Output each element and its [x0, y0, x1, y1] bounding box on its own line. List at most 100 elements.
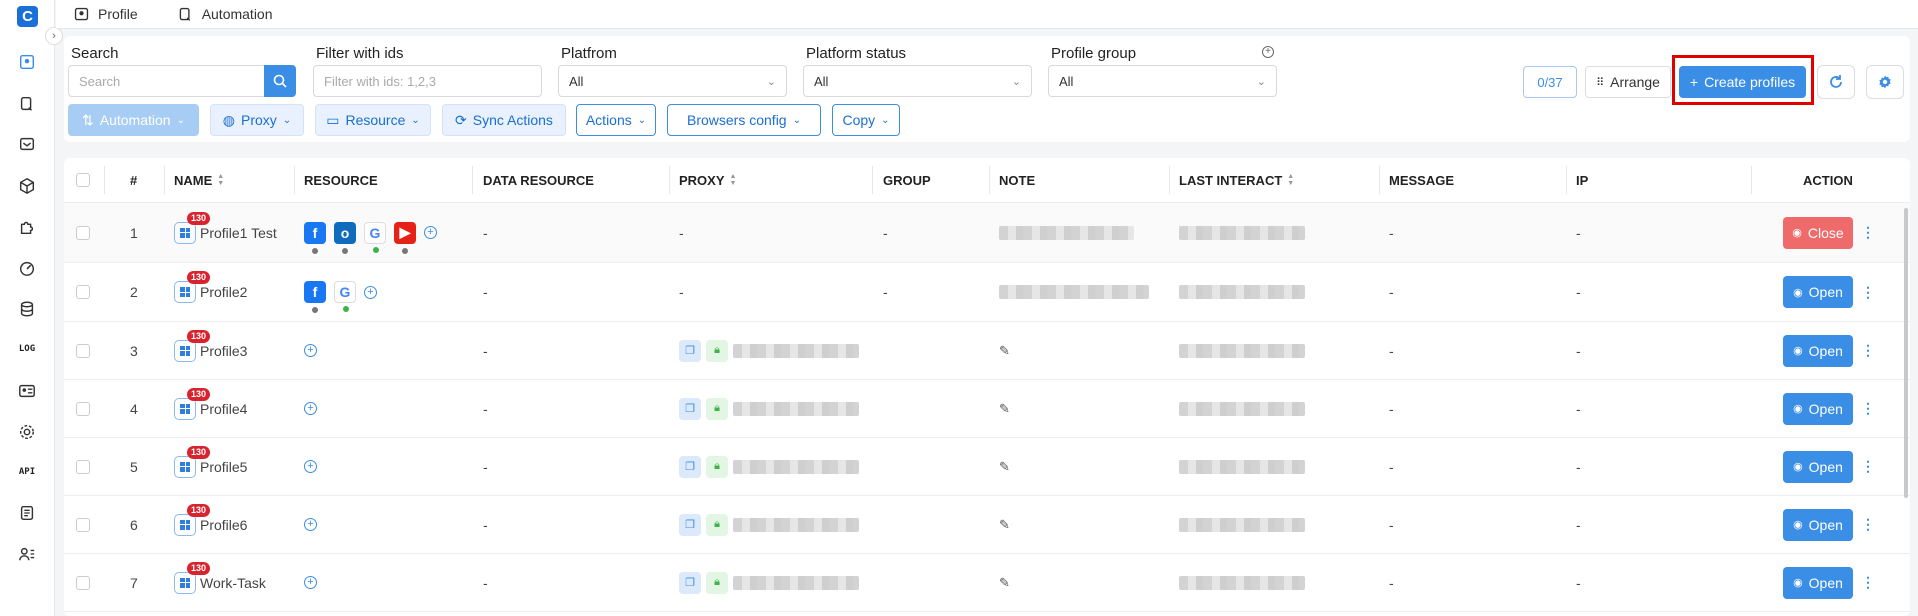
- open-profile-button[interactable]: ◉ Open: [1783, 450, 1853, 483]
- copy-proxy-icon[interactable]: ❐: [679, 339, 701, 362]
- api-nav[interactable]: API: [14, 467, 40, 477]
- user-list-icon[interactable]: [17, 544, 37, 564]
- add-resource-icon[interactable]: +: [424, 226, 437, 239]
- sidebar-collapse-button[interactable]: ›: [45, 27, 63, 45]
- actions-dropdown[interactable]: Actions ⌄: [576, 104, 656, 136]
- automation-dropdown[interactable]: ⇅ Automation ⌄: [68, 104, 199, 136]
- lock-icon[interactable]: 🔒︎: [706, 455, 728, 478]
- row-checkbox[interactable]: [76, 322, 90, 379]
- add-resource-icon[interactable]: +: [364, 285, 377, 299]
- lock-icon[interactable]: 🔒︎: [706, 397, 728, 420]
- platform-select[interactable]: All ⌄: [558, 65, 787, 97]
- copy-proxy-icon[interactable]: ❐: [679, 513, 701, 536]
- row-checkbox[interactable]: [76, 263, 90, 321]
- settings-button[interactable]: [1866, 65, 1904, 99]
- arrange-button[interactable]: ⠿ Arrange: [1585, 66, 1671, 98]
- note-cell[interactable]: ✎: [999, 380, 1010, 437]
- open-profile-button[interactable]: ◉ Open: [1783, 566, 1853, 599]
- edit-note-icon[interactable]: ✎: [999, 401, 1010, 417]
- box-icon[interactable]: [17, 176, 37, 196]
- app-logo[interactable]: C: [17, 6, 38, 27]
- close-profile-button[interactable]: ◉ Close: [1783, 216, 1853, 249]
- profile-name-cell[interactable]: 130 Profile2: [174, 263, 247, 321]
- header-proxy[interactable]: PROXY ▲ ▼: [679, 158, 736, 202]
- add-resource-icon[interactable]: +: [304, 518, 317, 531]
- more-options-icon[interactable]: ⋮: [1861, 516, 1875, 533]
- open-profile-button[interactable]: ◉ Open: [1783, 508, 1853, 541]
- database-icon[interactable]: [17, 299, 37, 319]
- speed-icon[interactable]: [17, 258, 37, 278]
- profile-group-select[interactable]: All ⌄: [1048, 65, 1277, 97]
- add-resource-icon[interactable]: +: [304, 460, 317, 473]
- open-profile-button[interactable]: ◉ Open: [1783, 276, 1853, 308]
- more-options-icon[interactable]: ⋮: [1861, 284, 1875, 301]
- select-all-checkbox[interactable]: [76, 158, 90, 202]
- facebook-icon[interactable]: f: [304, 281, 326, 313]
- copy-proxy-icon[interactable]: ❐: [679, 397, 701, 420]
- more-options-icon[interactable]: ⋮: [1861, 574, 1875, 591]
- log-nav[interactable]: LOG: [14, 344, 40, 354]
- lock-icon[interactable]: 🔒︎: [706, 571, 728, 594]
- search-input[interactable]: Search: [68, 65, 266, 97]
- gear-icon[interactable]: [17, 422, 37, 442]
- profile-nav-icon[interactable]: [17, 52, 37, 72]
- automation-nav-icon[interactable]: [17, 94, 37, 114]
- edit-note-icon[interactable]: ✎: [999, 575, 1010, 591]
- open-profile-button[interactable]: ◉ Open: [1783, 392, 1853, 425]
- add-resource-icon[interactable]: +: [304, 402, 317, 415]
- proxy-dropdown[interactable]: ◍ Proxy ⌄: [210, 104, 304, 136]
- header-last-interact[interactable]: LAST INTERACT ▲ ▼: [1179, 158, 1294, 202]
- document-icon[interactable]: [17, 503, 37, 523]
- outlook-icon[interactable]: o: [334, 221, 356, 254]
- resource-dropdown[interactable]: ▭ Resource ⌄: [315, 104, 431, 136]
- note-cell[interactable]: ✎: [999, 554, 1010, 611]
- note-cell[interactable]: ✎: [999, 438, 1010, 495]
- more-options-icon[interactable]: ⋮: [1861, 342, 1875, 359]
- lock-icon[interactable]: 🔒︎: [706, 339, 728, 362]
- row-checkbox[interactable]: [76, 438, 90, 495]
- copy-proxy-icon[interactable]: ❐: [679, 455, 701, 478]
- row-checkbox[interactable]: [76, 380, 90, 437]
- row-checkbox[interactable]: [76, 203, 90, 262]
- facebook-icon[interactable]: f: [304, 221, 326, 254]
- profile-name-cell[interactable]: 130 Profile1 Test: [174, 203, 277, 262]
- tab-profile[interactable]: Profile: [73, 6, 138, 23]
- header-name[interactable]: NAME ▲ ▼: [174, 158, 224, 202]
- vertical-scrollbar[interactable]: [1904, 208, 1908, 498]
- profile-name-cell[interactable]: 130 Profile5: [174, 438, 247, 495]
- platform-status-select[interactable]: All ⌄: [803, 65, 1032, 97]
- note-cell[interactable]: ✎: [999, 322, 1010, 379]
- edit-note-icon[interactable]: ✎: [999, 517, 1010, 533]
- edit-note-icon[interactable]: ✎: [999, 343, 1010, 359]
- add-resource-icon[interactable]: +: [304, 344, 317, 357]
- add-resource-icon[interactable]: +: [304, 576, 317, 589]
- extension-icon[interactable]: [17, 217, 37, 237]
- row-checkbox[interactable]: [76, 496, 90, 553]
- profile-name-cell[interactable]: 130 Profile4: [174, 380, 247, 437]
- more-options-icon[interactable]: ⋮: [1861, 400, 1875, 417]
- add-group-icon[interactable]: +: [1262, 46, 1274, 58]
- tab-automation[interactable]: Automation: [177, 6, 273, 23]
- google-icon[interactable]: G: [364, 221, 386, 253]
- browsers-config-dropdown[interactable]: Browsers config ⌄: [667, 104, 821, 136]
- copy-dropdown[interactable]: Copy ⌄: [832, 104, 900, 136]
- row-checkbox[interactable]: [76, 554, 90, 611]
- profile-name-cell[interactable]: 130 Profile3: [174, 322, 247, 379]
- refresh-button[interactable]: [1817, 65, 1855, 99]
- ids-filter-input[interactable]: Filter with ids: 1,2,3: [313, 65, 542, 97]
- more-options-icon[interactable]: ⋮: [1861, 224, 1875, 241]
- search-button[interactable]: [264, 65, 296, 97]
- more-options-icon[interactable]: ⋮: [1861, 458, 1875, 475]
- profile-name-cell[interactable]: 130 Profile6: [174, 496, 247, 553]
- profile-name-cell[interactable]: 130 Work-Task: [174, 554, 266, 611]
- edit-note-icon[interactable]: ✎: [999, 459, 1010, 475]
- copy-proxy-icon[interactable]: ❐: [679, 571, 701, 594]
- id-card-icon[interactable]: [17, 381, 37, 401]
- open-profile-button[interactable]: ◉ Open: [1783, 334, 1853, 367]
- google-icon[interactable]: G: [334, 281, 356, 312]
- lock-icon[interactable]: 🔒︎: [706, 513, 728, 536]
- note-cell[interactable]: ✎: [999, 496, 1010, 553]
- sync-actions-button[interactable]: ⟳ Sync Actions: [442, 104, 566, 136]
- youtube-icon[interactable]: ▶: [394, 221, 416, 254]
- inbox-icon[interactable]: [17, 134, 37, 154]
